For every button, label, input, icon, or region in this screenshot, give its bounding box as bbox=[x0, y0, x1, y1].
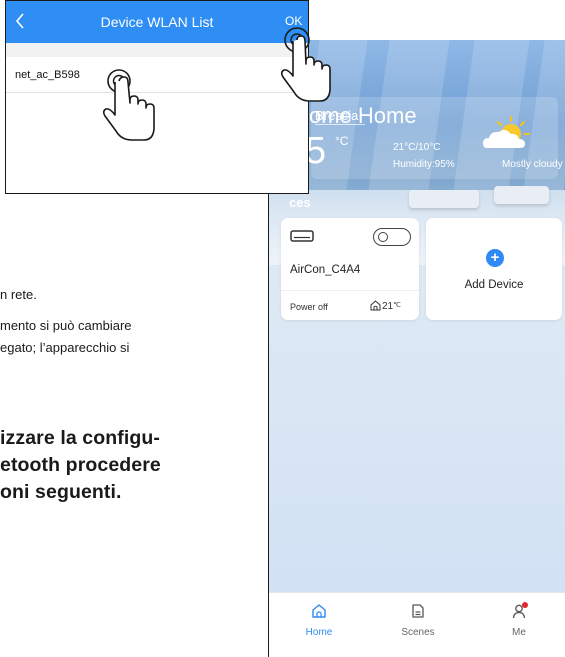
tab-label: Me bbox=[512, 627, 526, 638]
tap-hand-icon bbox=[280, 27, 331, 102]
manual-line-1: n rete. bbox=[0, 287, 37, 302]
weather-unit: °C bbox=[335, 134, 349, 148]
partly-cloudy-icon bbox=[483, 116, 530, 148]
bottom-tab-bar: Home Scenes Me bbox=[269, 592, 565, 657]
weather-divider bbox=[315, 124, 365, 125]
manual-bold-line-1: izzare la configu- bbox=[0, 427, 160, 449]
wlan-network-name: net_ac_B598 bbox=[15, 69, 80, 81]
manual-bold-line-2: etooth procedere bbox=[0, 454, 161, 476]
air-conditioner-icon bbox=[290, 230, 314, 242]
weather-range: 21°C/10°C bbox=[393, 142, 441, 153]
wlan-spacer bbox=[6, 43, 308, 57]
home-temperature-icon bbox=[370, 300, 381, 311]
add-device-card[interactable]: + Add Device bbox=[426, 218, 562, 320]
weather-description: Mostly cloudy bbox=[502, 159, 563, 170]
tap-hand-icon bbox=[102, 69, 155, 141]
tab-label: Scenes bbox=[401, 627, 435, 638]
manual-bold-line-3: oni seguenti. bbox=[0, 481, 122, 503]
device-card[interactable]: AirCon_C4A4 Power off 21℃ bbox=[281, 218, 419, 320]
wlan-header: Device WLAN List OK bbox=[6, 1, 308, 43]
devices-section-label: ces bbox=[289, 195, 311, 210]
notification-dot bbox=[522, 602, 528, 608]
plus-icon: + bbox=[486, 249, 504, 267]
add-device-label: Add Device bbox=[464, 279, 524, 291]
tab-scenes[interactable]: Scenes bbox=[388, 603, 448, 638]
device-name: AirCon_C4A4 bbox=[290, 264, 361, 276]
scenes-icon bbox=[412, 604, 424, 618]
device-card-divider bbox=[281, 290, 419, 291]
wlan-title: Device WLAN List bbox=[100, 14, 214, 30]
weather-humidity: Humidity:95% bbox=[393, 159, 455, 170]
manual-line-3: egato; l’apparecchio si bbox=[0, 340, 130, 355]
tab-me[interactable]: Me bbox=[489, 602, 549, 638]
manual-line-2: mento si può cambiare bbox=[0, 318, 132, 333]
tab-home[interactable]: Home bbox=[289, 603, 349, 638]
power-toggle[interactable] bbox=[373, 228, 411, 246]
phone-screen: ome Home Brescia 5 °C 21°C/10°C Humidity… bbox=[268, 40, 565, 657]
device-status: Power off bbox=[290, 302, 328, 312]
tab-label: Home bbox=[305, 627, 333, 638]
device-temperature: 21℃ bbox=[382, 301, 401, 312]
weather-city: Brescia bbox=[315, 108, 359, 123]
home-icon bbox=[312, 604, 326, 618]
